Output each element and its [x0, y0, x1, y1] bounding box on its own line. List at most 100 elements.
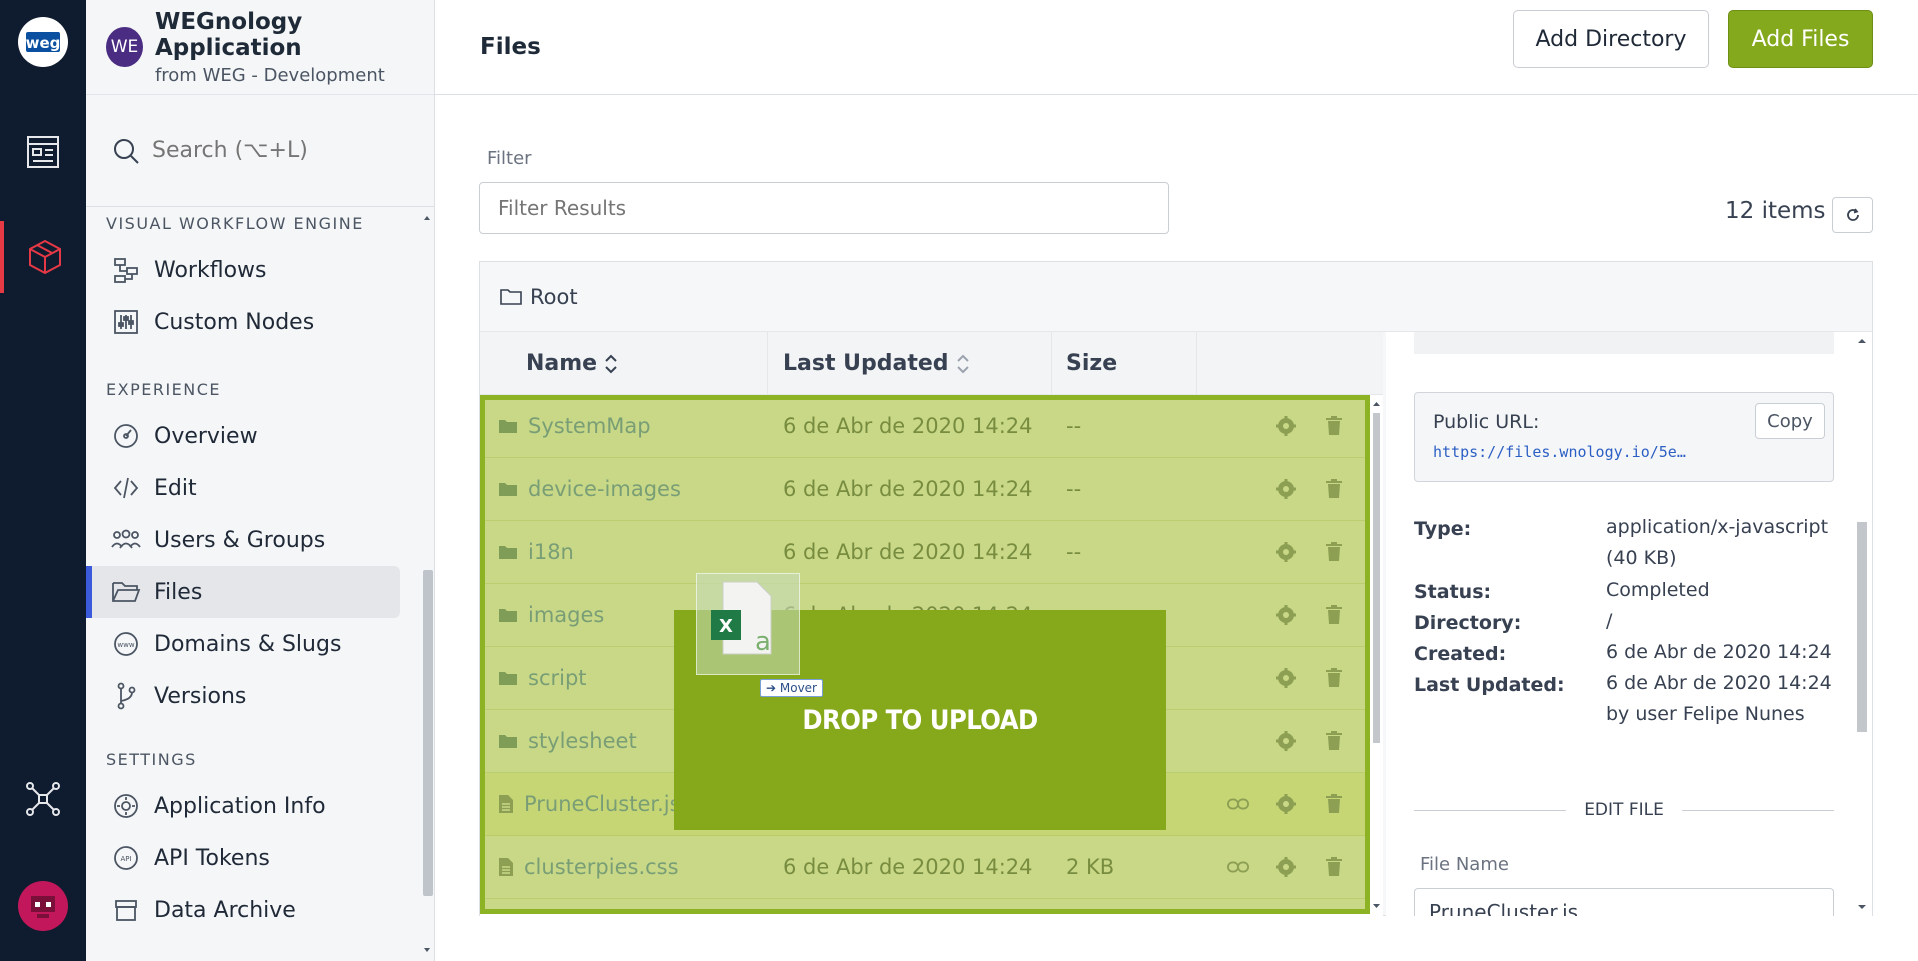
trash-icon[interactable] — [1323, 541, 1345, 563]
table-row[interactable]: clusterpies.css 6 de Abr de 2020 14:24 2 K… — [480, 836, 1370, 899]
gear-icon[interactable] — [1275, 856, 1297, 878]
gear-icon[interactable] — [1275, 415, 1297, 437]
weg-logo[interactable]: weg — [0, 6, 86, 78]
search-input[interactable] — [152, 138, 412, 163]
sidebar-item-api-tokens[interactable]: API API Tokens — [86, 832, 420, 884]
file-name-link[interactable]: PruneCluster.js — [524, 792, 681, 816]
column-size-label: Size — [1066, 351, 1118, 376]
sidebar-item-data-archive[interactable]: Data Archive — [86, 884, 420, 936]
add-files-button[interactable]: Add Files — [1728, 10, 1873, 68]
cell-last-updated: 6 de Abr de 2020 14:24 — [783, 477, 1033, 501]
svg-text:weg: weg — [26, 34, 61, 52]
file-name-input[interactable] — [1414, 888, 1834, 916]
public-url-link[interactable]: https://files.wnology.io/5e… — [1433, 443, 1686, 461]
search-bar[interactable] — [86, 95, 434, 207]
sidebar-item-workflows[interactable]: Workflows — [86, 244, 420, 296]
detail-scroll-thumb[interactable] — [1857, 522, 1867, 732]
column-name[interactable]: Name — [480, 332, 768, 395]
table-scroll-thumb[interactable] — [1373, 413, 1380, 743]
trash-icon[interactable] — [1323, 667, 1345, 689]
edge-compute-icon[interactable] — [0, 763, 86, 835]
trash-icon[interactable] — [1323, 478, 1345, 500]
file-name-link[interactable]: SystemMap — [528, 414, 651, 438]
edit-file-heading: EDIT FILE — [1584, 800, 1664, 820]
file-name-link[interactable]: stylesheet — [528, 729, 637, 753]
sidebar-item-users-groups[interactable]: Users & Groups — [86, 514, 420, 566]
gear-icon[interactable] — [1275, 793, 1297, 815]
breadcrumb-root[interactable]: Root — [530, 285, 578, 309]
dashboards-icon[interactable] — [0, 116, 86, 188]
folder-icon — [498, 418, 518, 434]
code-edit-icon — [110, 473, 142, 503]
user-avatar-icon[interactable] — [0, 870, 86, 942]
table-scrollbar[interactable] — [1370, 395, 1383, 915]
file-name-link[interactable]: clusterpies.css — [524, 855, 679, 879]
sidebar-item-overview[interactable]: Overview — [86, 410, 420, 462]
link-icon[interactable] — [1227, 856, 1249, 878]
sliders-icon — [110, 307, 142, 337]
column-last-updated[interactable]: Last Updated — [768, 332, 1052, 395]
users-icon — [110, 525, 142, 555]
public-url-box: Public URL: https://files.wnology.io/5e…… — [1414, 392, 1834, 482]
trash-icon[interactable] — [1323, 793, 1345, 815]
gear-icon[interactable] — [1275, 667, 1297, 689]
file-detail-panel: Public URL: https://files.wnology.io/5e…… — [1386, 332, 1872, 916]
sort-icon — [605, 354, 617, 373]
sidebar-item-domains[interactable]: www Domains & Slugs — [86, 618, 420, 670]
filter-input[interactable] — [479, 182, 1169, 234]
file-name-link[interactable]: device-images — [528, 477, 681, 501]
folder-open-icon — [110, 577, 142, 607]
nav-section-settings: SETTINGS — [106, 749, 197, 769]
refresh-button[interactable] — [1832, 197, 1873, 233]
cell-actions — [1197, 667, 1367, 689]
status-label: Status: — [1414, 581, 1492, 603]
api-icon: API — [110, 843, 142, 873]
file-name-link[interactable]: images — [528, 603, 604, 627]
trash-icon[interactable] — [1323, 730, 1345, 752]
nav-list: VISUAL WORKFLOW ENGINE Workflows Custom … — [86, 208, 420, 936]
scroll-down-icon — [1373, 904, 1380, 908]
gear-icon[interactable] — [1275, 478, 1297, 500]
folder-icon — [498, 481, 518, 497]
cell-name[interactable]: i18n — [480, 540, 768, 564]
detail-scrollbar[interactable] — [1854, 332, 1870, 916]
file-icon — [498, 857, 514, 877]
sidebar-item-label: Files — [154, 579, 203, 605]
column-size[interactable]: Size — [1052, 332, 1197, 395]
folder-icon — [498, 544, 518, 560]
gear-icon[interactable] — [1275, 604, 1297, 626]
type-value: application/x-javascript (40 KB) — [1606, 516, 1829, 569]
applications-icon[interactable] — [0, 221, 86, 293]
www-globe-icon: www — [110, 629, 142, 659]
cell-name[interactable]: SystemMap — [480, 414, 768, 438]
gear-icon[interactable] — [1275, 541, 1297, 563]
sidebar-item-versions[interactable]: Versions — [86, 670, 420, 722]
sidebar-item-label: Overview — [154, 423, 258, 449]
file-name-link[interactable]: i18n — [528, 540, 574, 564]
add-directory-button[interactable]: Add Directory — [1513, 10, 1709, 68]
file-name-link[interactable]: script — [528, 666, 587, 690]
sidebar-scrollbar[interactable] — [420, 208, 434, 961]
created-label: Created: — [1414, 643, 1507, 665]
scroll-up-icon — [1858, 339, 1866, 343]
trash-icon[interactable] — [1323, 604, 1345, 626]
trash-icon[interactable] — [1323, 415, 1345, 437]
link-icon[interactable] — [1227, 793, 1249, 815]
breadcrumb[interactable]: Root — [480, 262, 1872, 332]
folder-outline-icon — [500, 288, 522, 305]
table-row[interactable]: SystemMap 6 de Abr de 2020 14:24 -- — [480, 395, 1370, 458]
cell-name[interactable]: clusterpies.css — [480, 855, 768, 879]
gear-icon[interactable] — [1275, 730, 1297, 752]
app-subtitle: from WEG - Development — [154, 64, 385, 86]
cell-name[interactable]: device-images — [480, 477, 768, 501]
trash-icon[interactable] — [1323, 856, 1345, 878]
copy-button[interactable]: Copy — [1755, 403, 1825, 439]
sidebar-item-edit[interactable]: Edit — [86, 462, 420, 514]
sidebar-scroll-thumb[interactable] — [423, 570, 433, 896]
sidebar-item-custom-nodes[interactable]: Custom Nodes — [86, 296, 420, 348]
sidebar-item-files[interactable]: Files — [86, 566, 400, 618]
table-row[interactable]: i18n 6 de Abr de 2020 14:24 -- — [480, 521, 1370, 584]
table-row[interactable]: device-images 6 de Abr de 2020 14:24 -- — [480, 458, 1370, 521]
app-header[interactable]: WE WEGnology Application from WEG - Deve… — [86, 0, 434, 95]
sidebar-item-application-info[interactable]: Application Info — [86, 780, 420, 832]
